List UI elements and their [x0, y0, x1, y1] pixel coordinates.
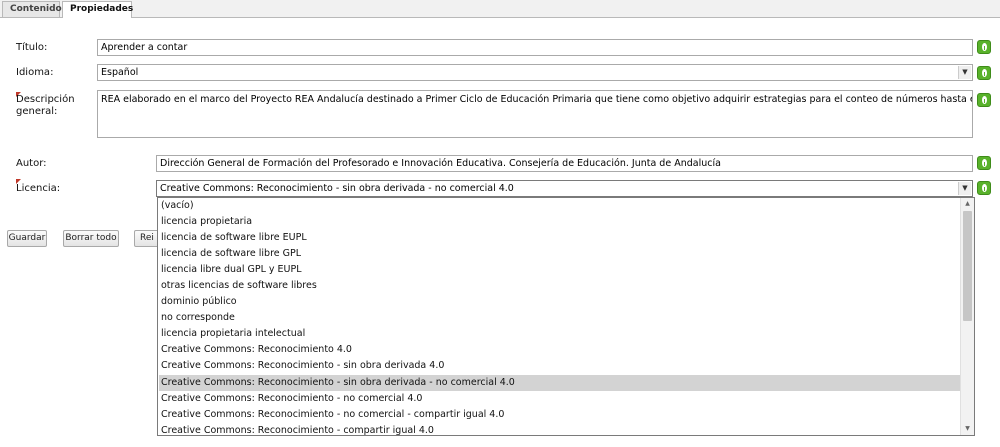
licencia-label: Licencia:: [16, 183, 61, 194]
idioma-label: Idioma:: [16, 67, 54, 78]
dropdown-option[interactable]: Creative Commons: Reconocimiento - sin o…: [159, 358, 962, 374]
descripcion-label-line1: Descripción: [16, 94, 75, 105]
dropdown-option[interactable]: Creative Commons: Reconocimiento 4.0: [159, 342, 962, 358]
dropdown-scrollbar[interactable]: ▲ ▼: [960, 198, 974, 435]
scrollbar-thumb[interactable]: [963, 211, 972, 321]
info-icon[interactable]: [977, 181, 991, 195]
chevron-down-icon[interactable]: ▼: [958, 66, 971, 79]
idioma-select[interactable]: Español ▼: [97, 64, 973, 81]
borrar-todo-button[interactable]: Borrar todo: [63, 230, 119, 247]
dropdown-option[interactable]: licencia de software libre GPL: [159, 246, 962, 262]
descripcion-textarea[interactable]: REA elaborado en el marco del Proyecto R…: [97, 90, 973, 138]
info-icon[interactable]: [977, 66, 991, 80]
dropdown-option-selected[interactable]: Creative Commons: Reconocimiento - sin o…: [159, 375, 962, 391]
guardar-button[interactable]: Guardar: [7, 230, 47, 247]
dropdown-option[interactable]: licencia libre dual GPL y EUPL: [159, 262, 962, 278]
tab-contenido[interactable]: Contenido: [2, 1, 62, 17]
dropdown-option[interactable]: (vacío): [159, 198, 962, 214]
info-icon[interactable]: [977, 93, 991, 107]
licencia-dropdown-list[interactable]: (vacío) licencia propietaria licencia de…: [157, 197, 975, 436]
dropdown-option[interactable]: Creative Commons: Reconocimiento - no co…: [159, 407, 962, 423]
titulo-label: Título:: [16, 42, 48, 53]
descripcion-label-line2: general:: [16, 106, 58, 117]
licencia-select[interactable]: Creative Commons: Reconocimiento - sin o…: [156, 180, 973, 197]
info-icon[interactable]: [977, 156, 991, 170]
dropdown-option[interactable]: licencia propietaria intelectual: [159, 326, 962, 342]
dropdown-option[interactable]: no corresponde: [159, 310, 962, 326]
tab-propiedades[interactable]: Propiedades: [62, 1, 133, 18]
scroll-up-arrow-icon[interactable]: ▲: [961, 198, 974, 210]
dropdown-option[interactable]: otras licencias de software libres: [159, 278, 962, 294]
titulo-input[interactable]: Aprender a contar: [97, 39, 973, 56]
tab-bar: Contenido Propiedades: [0, 0, 1000, 18]
autor-input[interactable]: Dirección General de Formación del Profe…: [156, 155, 973, 172]
dropdown-option[interactable]: licencia propietaria: [159, 214, 962, 230]
dropdown-option[interactable]: dominio público: [159, 294, 962, 310]
idioma-select-value: Español: [101, 67, 139, 78]
dropdown-option[interactable]: Creative Commons: Reconocimiento - compa…: [159, 423, 962, 435]
info-icon[interactable]: [977, 40, 991, 54]
dropdown-option[interactable]: licencia de software libre EUPL: [159, 230, 962, 246]
licencia-select-value: Creative Commons: Reconocimiento - sin o…: [160, 183, 514, 194]
scroll-down-arrow-icon[interactable]: ▼: [961, 423, 974, 435]
chevron-down-icon[interactable]: ▼: [958, 182, 971, 195]
autor-label: Autor:: [16, 158, 47, 169]
dropdown-option[interactable]: Creative Commons: Reconocimiento - no co…: [159, 391, 962, 407]
